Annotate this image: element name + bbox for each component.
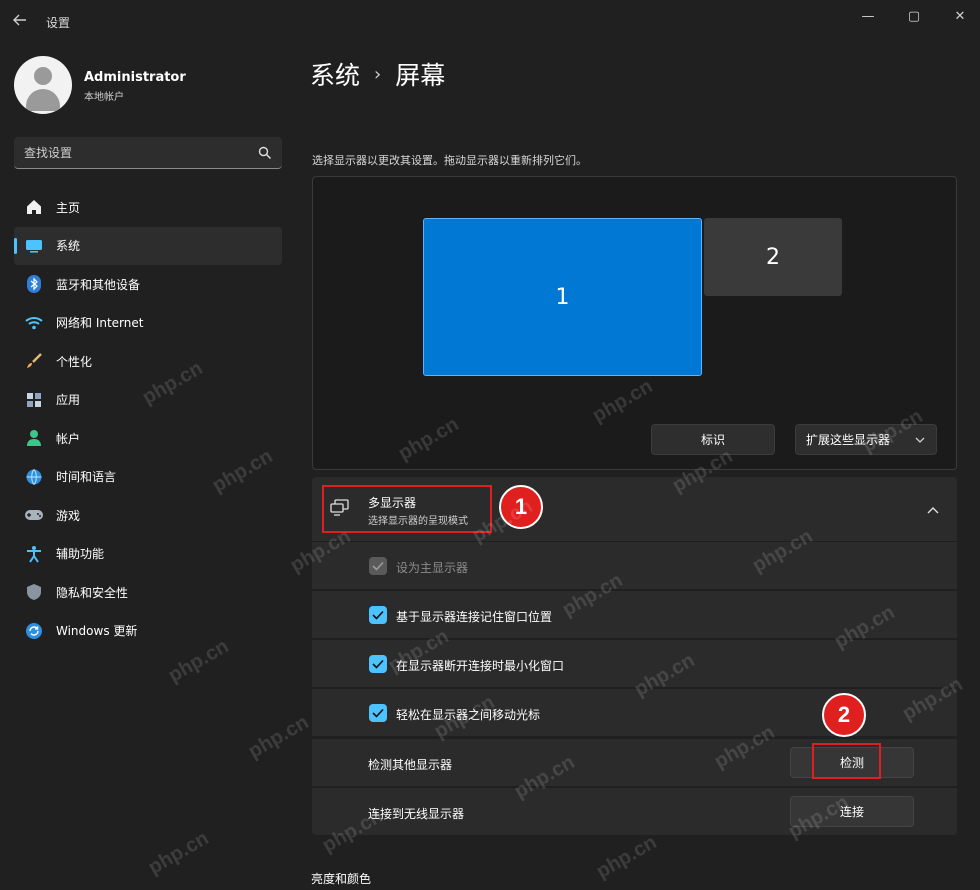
close-button[interactable]: ✕ bbox=[940, 6, 980, 28]
monitor-2[interactable]: 2 bbox=[704, 218, 842, 296]
sidebar-item-label: 游戏 bbox=[56, 508, 81, 523]
primary-display-checkbox bbox=[369, 557, 387, 575]
avatar[interactable] bbox=[14, 56, 72, 114]
detect-displays-label: 检测其他显示器 bbox=[368, 758, 453, 772]
sidebar-item-label: 系统 bbox=[56, 239, 81, 254]
sidebar-nav: 主页 系统 蓝牙和其他设备 网络和 Internet 个性化 应用 帐户 时间和… bbox=[14, 188, 282, 650]
brush-icon bbox=[24, 351, 44, 371]
wireless-display-row: 连接到无线显示器 连接 bbox=[312, 787, 957, 835]
primary-display-label: 设为主显示器 bbox=[396, 561, 469, 575]
watermark: php.cn bbox=[592, 831, 661, 883]
system-icon bbox=[24, 236, 44, 256]
bluetooth-icon bbox=[24, 274, 44, 294]
remember-windows-row: 基于显示器连接记住窗口位置 bbox=[312, 590, 957, 638]
wifi-icon bbox=[24, 313, 44, 333]
annotation-highlight-multi-display bbox=[322, 485, 492, 533]
account-type: 本地帐户 bbox=[84, 92, 124, 103]
breadcrumb-parent[interactable]: 系统 bbox=[310, 56, 360, 92]
home-icon bbox=[24, 197, 44, 217]
sidebar-item-label: 帐户 bbox=[56, 431, 81, 446]
sidebar-item-gaming[interactable]: 游戏 bbox=[14, 496, 282, 535]
arrow-left-icon[interactable] bbox=[12, 12, 30, 30]
brightness-color-heading: 亮度和颜色 bbox=[311, 872, 372, 886]
update-icon bbox=[24, 621, 44, 641]
shield-icon bbox=[24, 582, 44, 602]
search-icon[interactable] bbox=[258, 145, 272, 160]
display-mode-select[interactable]: 扩展这些显示器 bbox=[795, 424, 937, 455]
sidebar-item-label: 应用 bbox=[56, 393, 81, 408]
sidebar-item-accessibility[interactable]: 辅助功能 bbox=[14, 535, 282, 574]
minimize-button[interactable]: — bbox=[848, 6, 888, 28]
search-input[interactable] bbox=[14, 137, 250, 168]
sidebar-item-label: 个性化 bbox=[56, 354, 93, 369]
remember-windows-label: 基于显示器连接记住窗口位置 bbox=[396, 610, 553, 624]
sidebar-item-label: 主页 bbox=[56, 200, 81, 215]
gamepad-icon bbox=[24, 505, 44, 525]
ease-cursor-label: 轻松在显示器之间移动光标 bbox=[396, 708, 541, 722]
annotation-marker-2: 2 bbox=[822, 693, 866, 737]
remember-windows-checkbox[interactable] bbox=[369, 606, 387, 624]
sidebar-item-home[interactable]: 主页 bbox=[14, 188, 282, 227]
annotation-highlight-detect bbox=[812, 743, 881, 779]
display-mode-value: 扩展这些显示器 bbox=[806, 433, 891, 447]
sidebar-item-label: 辅助功能 bbox=[56, 547, 105, 562]
sidebar-item-personalization[interactable]: 个性化 bbox=[14, 342, 282, 381]
title-bar: 设置 — ▢ ✕ bbox=[0, 0, 980, 44]
breadcrumb-separator: › bbox=[374, 63, 382, 85]
sidebar-item-system[interactable]: 系统 bbox=[14, 226, 282, 265]
sidebar-item-accounts[interactable]: 帐户 bbox=[14, 419, 282, 458]
sidebar-item-label: 时间和语言 bbox=[56, 470, 117, 485]
minimize-on-disconnect-row: 在显示器断开连接时最小化窗口 bbox=[312, 639, 957, 687]
chevron-down-icon bbox=[914, 434, 926, 446]
app-title: 设置 bbox=[46, 16, 71, 30]
identify-button[interactable]: 标识 bbox=[651, 424, 775, 455]
breadcrumb: 系统 › 屏幕 bbox=[310, 56, 445, 92]
sidebar-item-label: Windows 更新 bbox=[56, 624, 138, 639]
display-instruction: 选择显示器以更改其设置。拖动显示器以重新排列它们。 bbox=[312, 154, 587, 167]
connect-button[interactable]: 连接 bbox=[790, 796, 914, 827]
watermark: php.cn bbox=[144, 827, 213, 879]
watermark: php.cn bbox=[244, 711, 313, 763]
accessibility-icon bbox=[24, 544, 44, 564]
wireless-display-label: 连接到无线显示器 bbox=[368, 807, 465, 821]
maximize-button[interactable]: ▢ bbox=[894, 6, 934, 28]
primary-display-row: 设为主显示器 bbox=[312, 541, 957, 589]
minimize-on-disconnect-label: 在显示器断开连接时最小化窗口 bbox=[396, 659, 565, 673]
search-box[interactable] bbox=[14, 137, 282, 169]
sidebar-item-network[interactable]: 网络和 Internet bbox=[14, 304, 282, 343]
apps-icon bbox=[24, 390, 44, 410]
sidebar-item-time-language[interactable]: 时间和语言 bbox=[14, 458, 282, 497]
chevron-up-icon[interactable] bbox=[926, 502, 940, 514]
sidebar-item-windows-update[interactable]: Windows 更新 bbox=[14, 612, 282, 651]
user-name: Administrator bbox=[84, 70, 186, 85]
account-icon bbox=[24, 428, 44, 448]
sidebar-item-privacy[interactable]: 隐私和安全性 bbox=[14, 573, 282, 612]
minimize-on-disconnect-checkbox[interactable] bbox=[369, 655, 387, 673]
globe-clock-icon bbox=[24, 467, 44, 487]
annotation-marker-1: 1 bbox=[499, 485, 543, 529]
ease-cursor-checkbox[interactable] bbox=[369, 704, 387, 722]
monitor-1[interactable]: 1 bbox=[423, 218, 702, 376]
sidebar-item-label: 隐私和安全性 bbox=[56, 585, 129, 600]
sidebar-item-label: 蓝牙和其他设备 bbox=[56, 277, 141, 292]
sidebar-item-bluetooth[interactable]: 蓝牙和其他设备 bbox=[14, 265, 282, 304]
sidebar-item-label: 网络和 Internet bbox=[56, 316, 144, 331]
sidebar-item-apps[interactable]: 应用 bbox=[14, 381, 282, 420]
page-title: 屏幕 bbox=[395, 61, 446, 90]
